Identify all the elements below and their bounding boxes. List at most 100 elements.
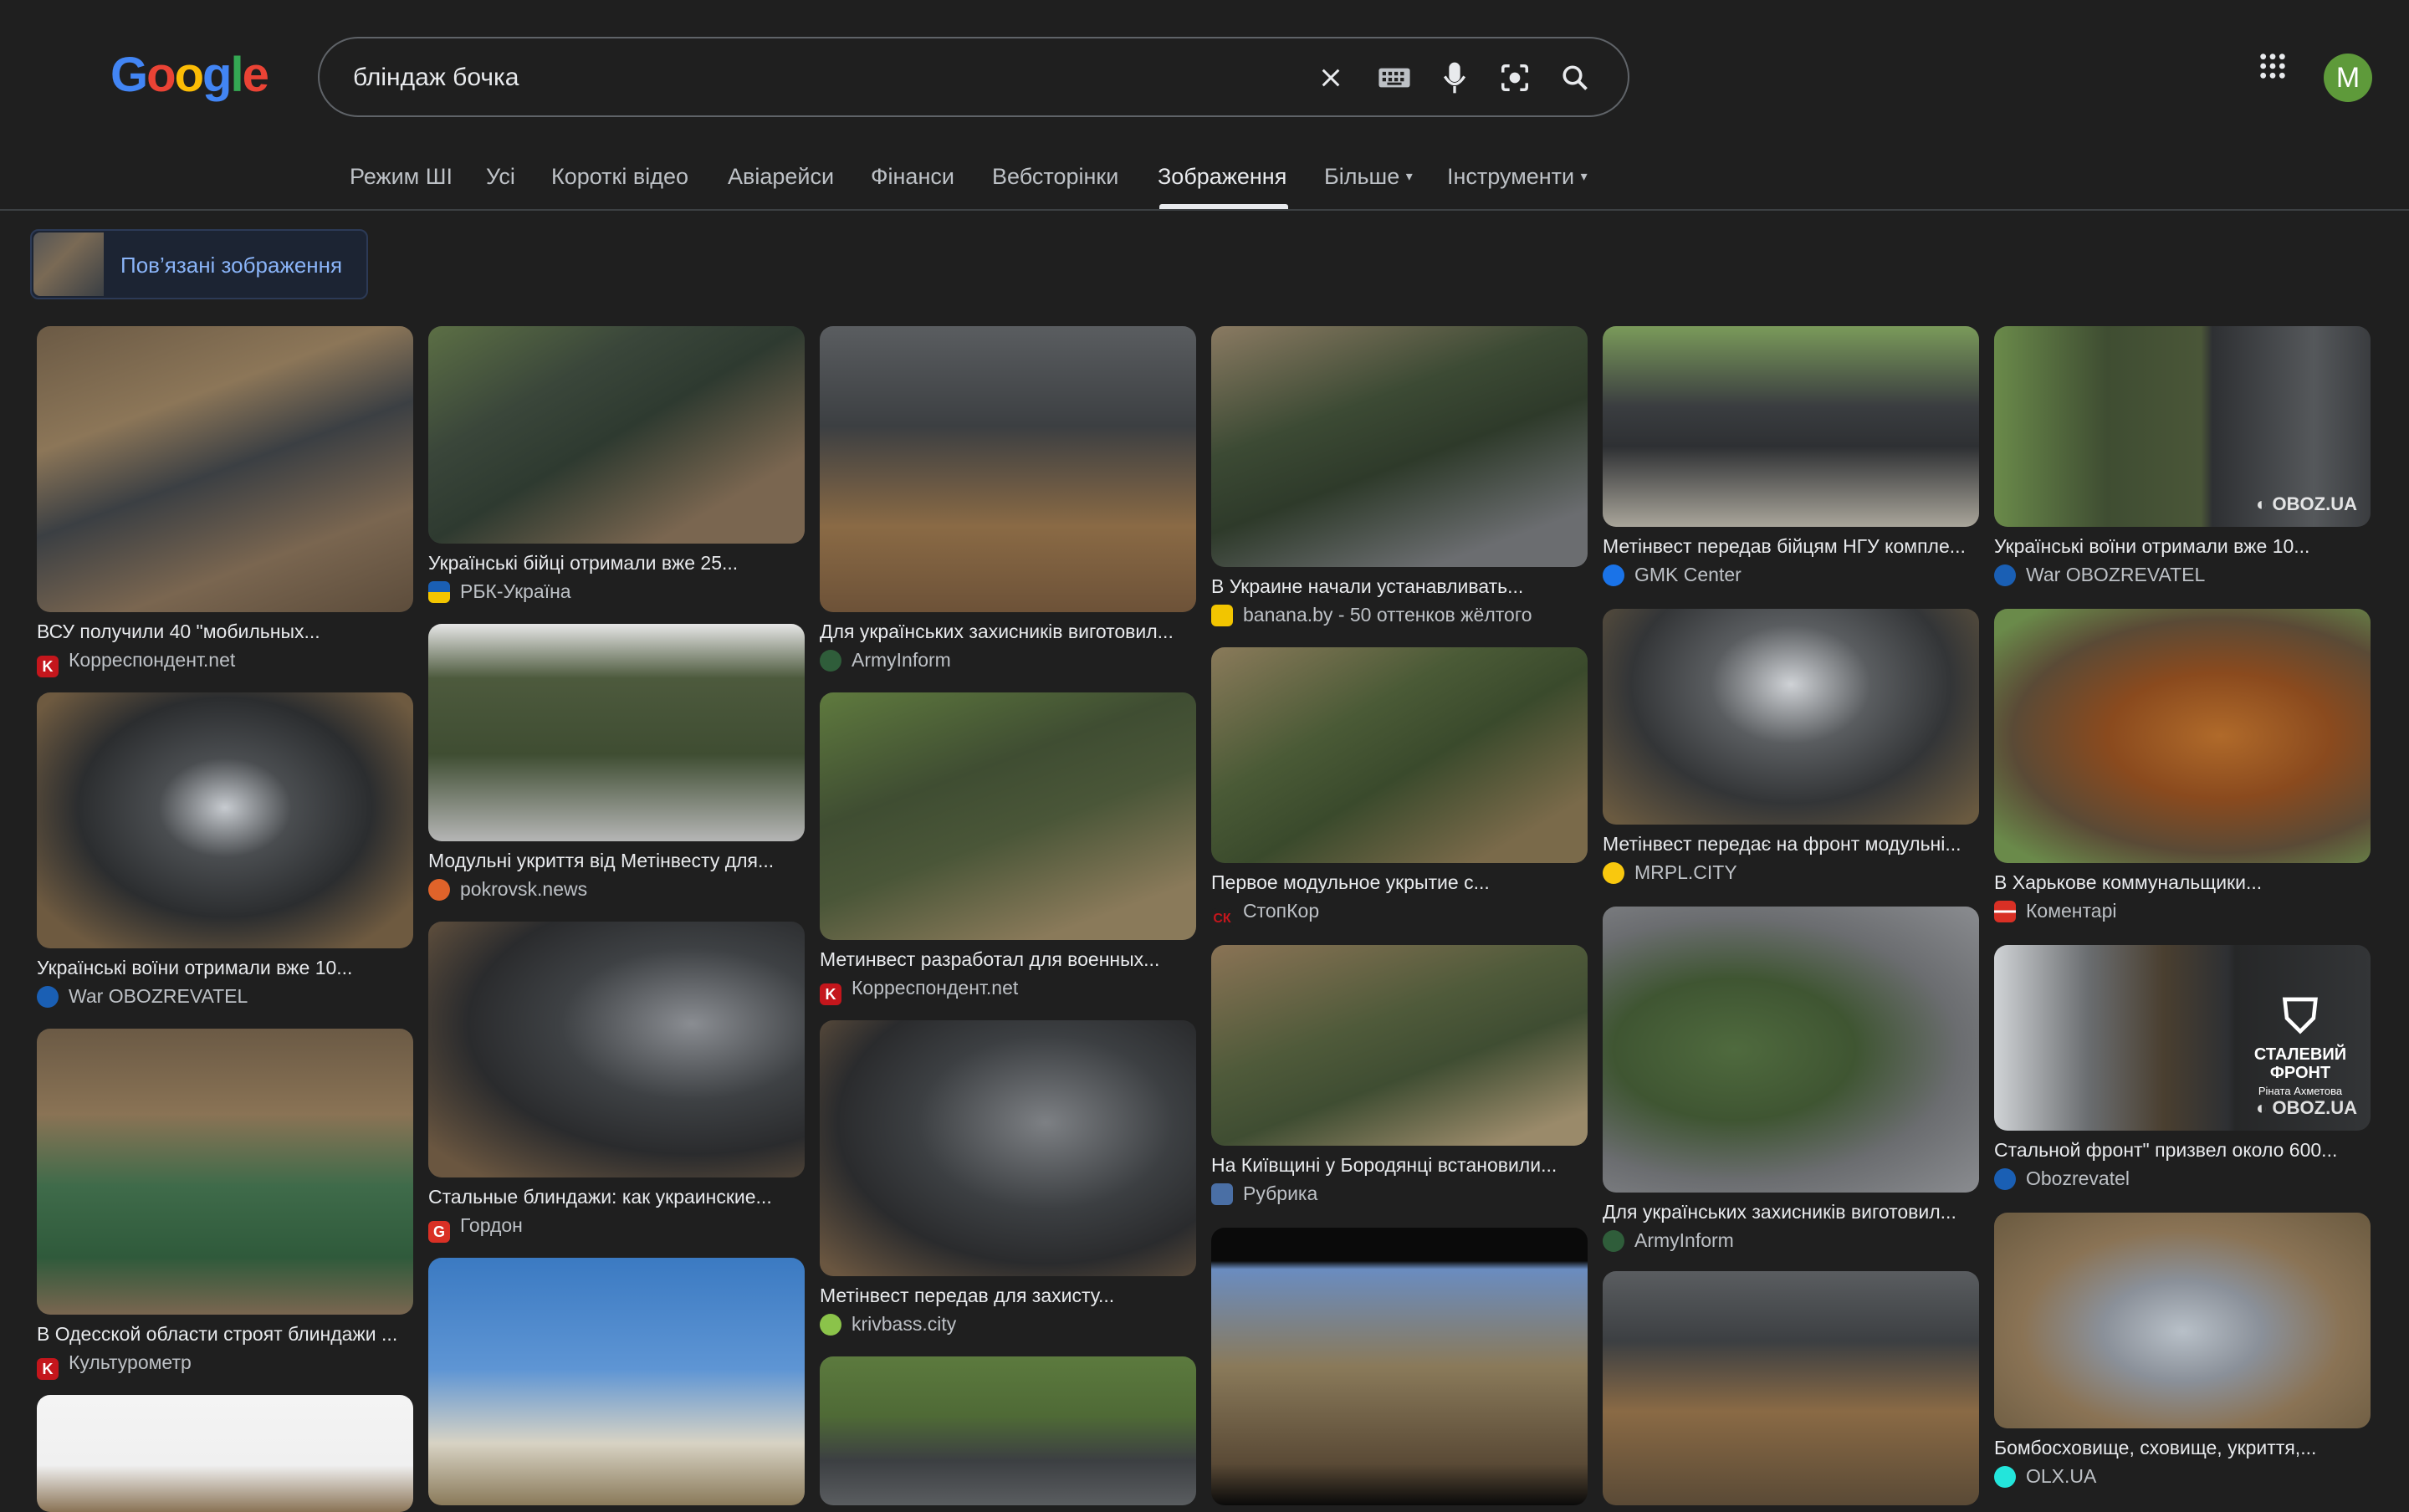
result-title[interactable]: В Харькове коммунальщики...	[1994, 871, 2369, 894]
source-name: Obozrevatel	[2026, 1167, 2130, 1189]
result-title[interactable]: ВСУ получили 40 "мобильных...	[37, 621, 412, 643]
tab-more[interactable]: Більше ▾	[1324, 164, 1413, 190]
source-name: OLX.UA	[2026, 1465, 2097, 1487]
favicon-icon	[428, 879, 450, 901]
result-image[interactable]	[1603, 609, 1979, 825]
shield-icon: ⛉	[2283, 989, 2318, 1042]
result-image[interactable]	[1211, 945, 1588, 1146]
tab-tools[interactable]: Інструменти ▾	[1447, 164, 1588, 190]
tab-web[interactable]: Вебсторінки	[992, 164, 1118, 190]
result-source[interactable]: MRPL.CITY	[1603, 861, 1737, 884]
result-title[interactable]: Стальной фронт" призвел около 600...	[1994, 1139, 2369, 1162]
tab-ai-mode[interactable]: Режим ШІ	[350, 164, 453, 190]
result-image[interactable]	[1211, 647, 1588, 863]
favicon-icon: K	[37, 656, 59, 677]
avatar[interactable]: M	[2324, 54, 2372, 102]
result-title[interactable]: Метінвест передав бійцям НГУ компле...	[1603, 535, 1977, 558]
result-title[interactable]: Українські бійці отримали вже 25...	[428, 552, 803, 575]
result-image[interactable]	[37, 1029, 413, 1315]
result-image[interactable]	[37, 1395, 413, 1512]
result-title[interactable]: Українські воїни отримали вже 10...	[1994, 535, 2369, 558]
search-input[interactable]: бліндаж бочка	[353, 64, 519, 92]
tab-all[interactable]: Усі	[486, 164, 515, 190]
result-image[interactable]	[1994, 609, 2371, 863]
favicon-icon	[1994, 1168, 2016, 1190]
result-image[interactable]	[820, 326, 1196, 612]
result-title[interactable]: Стальные блиндажи: как украинские...	[428, 1186, 803, 1208]
result-source[interactable]: G Гордон	[428, 1214, 523, 1243]
chevron-down-icon: ▾	[1580, 170, 1588, 184]
result-title[interactable]: Українські воїни отримали вже 10...	[37, 957, 412, 979]
result-image[interactable]: ◐ OBOZ.UA	[1994, 326, 2371, 527]
tab-flights[interactable]: Авіарейси	[728, 164, 834, 190]
result-source[interactable]: pokrovsk.news	[428, 878, 587, 901]
keyboard-icon[interactable]	[1375, 59, 1414, 97]
result-image[interactable]	[820, 1356, 1196, 1505]
apps-grid-icon[interactable]	[2258, 52, 2287, 84]
result-title[interactable]: Метінвест передає на фронт модульні...	[1603, 833, 1977, 856]
result-source[interactable]: krivbass.city	[820, 1313, 956, 1336]
result-title[interactable]: На Київщині у Бородянці встановили...	[1211, 1154, 1586, 1177]
source-name: Корреспондент.net	[69, 649, 236, 671]
result-source[interactable]: OLX.UA	[1994, 1465, 2096, 1488]
result-image[interactable]	[428, 326, 805, 544]
result-title[interactable]: В Одесской области строят блиндажи ...	[37, 1323, 412, 1346]
result-image[interactable]	[428, 922, 805, 1177]
related-images-chip[interactable]: Пов’язані зображення	[30, 229, 368, 299]
source-name: pokrovsk.news	[460, 878, 588, 900]
favicon-icon: K	[820, 983, 841, 1005]
google-logo[interactable]: Google	[110, 47, 269, 103]
result-image[interactable]	[1211, 326, 1588, 567]
result-source[interactable]: GMK Center	[1603, 564, 1742, 586]
result-image[interactable]	[1603, 1271, 1979, 1505]
tab-images[interactable]: Зображення	[1158, 164, 1286, 190]
result-title[interactable]: Бомбосховище, сховище, укриття,...	[1994, 1437, 2369, 1459]
result-source[interactable]: K Корреспондент.net	[37, 649, 235, 677]
result-image[interactable]	[428, 624, 805, 841]
result-title[interactable]: В Украине начали устанавливать...	[1211, 575, 1586, 598]
result-source[interactable]: ArmyInform	[820, 649, 951, 672]
oboz-watermark: ◐ OBOZ.UA	[2256, 493, 2357, 514]
watermark-text: OBOZ.UA	[2272, 493, 2357, 514]
result-title[interactable]: Метинвест разработал для военных...	[820, 948, 1194, 971]
search-icon[interactable]	[1556, 59, 1594, 97]
result-source[interactable]: ArmyInform	[1603, 1229, 1734, 1252]
result-image[interactable]	[820, 692, 1196, 940]
result-source[interactable]: War OBOZREVATEL	[37, 985, 248, 1008]
result-image[interactable]: ⛉ СТАЛЕВИЙ ФРОНТ Ріната Ахметова ◐ OBOZ.…	[1994, 945, 2371, 1131]
result-title[interactable]: Для українських захисників виготовил...	[1603, 1201, 1977, 1223]
result-image[interactable]	[428, 1258, 805, 1505]
result-title[interactable]: Метінвест передав для захисту...	[820, 1285, 1194, 1307]
lens-icon[interactable]	[1496, 59, 1534, 97]
result-image[interactable]	[820, 1020, 1196, 1276]
result-title[interactable]: Первое модульное укрытие с...	[1211, 871, 1586, 894]
result-source[interactable]: Рубрика	[1211, 1183, 1317, 1205]
result-source[interactable]: СК СтопКор	[1211, 900, 1319, 930]
tab-short-videos[interactable]: Короткі відео	[551, 164, 688, 190]
search-box[interactable]: бліндаж бочка	[318, 37, 1629, 117]
result-source[interactable]: K Культурометр	[37, 1351, 192, 1380]
result-title[interactable]: Модульні укриття від Метінвесту для...	[428, 850, 803, 872]
result-image[interactable]	[1603, 907, 1979, 1193]
result-image[interactable]	[1994, 1213, 2371, 1428]
result-source[interactable]: Коментарі	[1994, 900, 2116, 922]
result-source[interactable]: Obozrevatel	[1994, 1167, 2130, 1190]
result-image[interactable]	[1603, 326, 1979, 527]
result-image[interactable]	[1211, 1228, 1588, 1505]
result-source[interactable]: K Корреспондент.net	[820, 977, 1018, 1005]
oboz-watermark: ◐ OBOZ.UA	[2256, 1097, 2357, 1118]
microphone-icon[interactable]	[1435, 59, 1474, 97]
result-image[interactable]	[37, 692, 413, 948]
favicon-icon: G	[428, 1221, 450, 1243]
favicon-icon	[820, 650, 841, 672]
result-image[interactable]	[37, 326, 413, 612]
clear-icon[interactable]	[1312, 59, 1350, 97]
result-title[interactable]: Для українських захисників виготовил...	[820, 621, 1194, 643]
logo-letter: g	[202, 48, 232, 102]
logo-letter: o	[174, 48, 204, 102]
result-source[interactable]: War OBOZREVATEL	[1994, 564, 2205, 586]
result-source[interactable]: banana.by - 50 оттенков жёлтого	[1211, 604, 1532, 626]
result-source[interactable]: РБК-Україна	[428, 580, 571, 603]
tab-finance[interactable]: Фінанси	[871, 164, 954, 190]
related-images-label: Пов’язані зображення	[120, 253, 343, 278]
